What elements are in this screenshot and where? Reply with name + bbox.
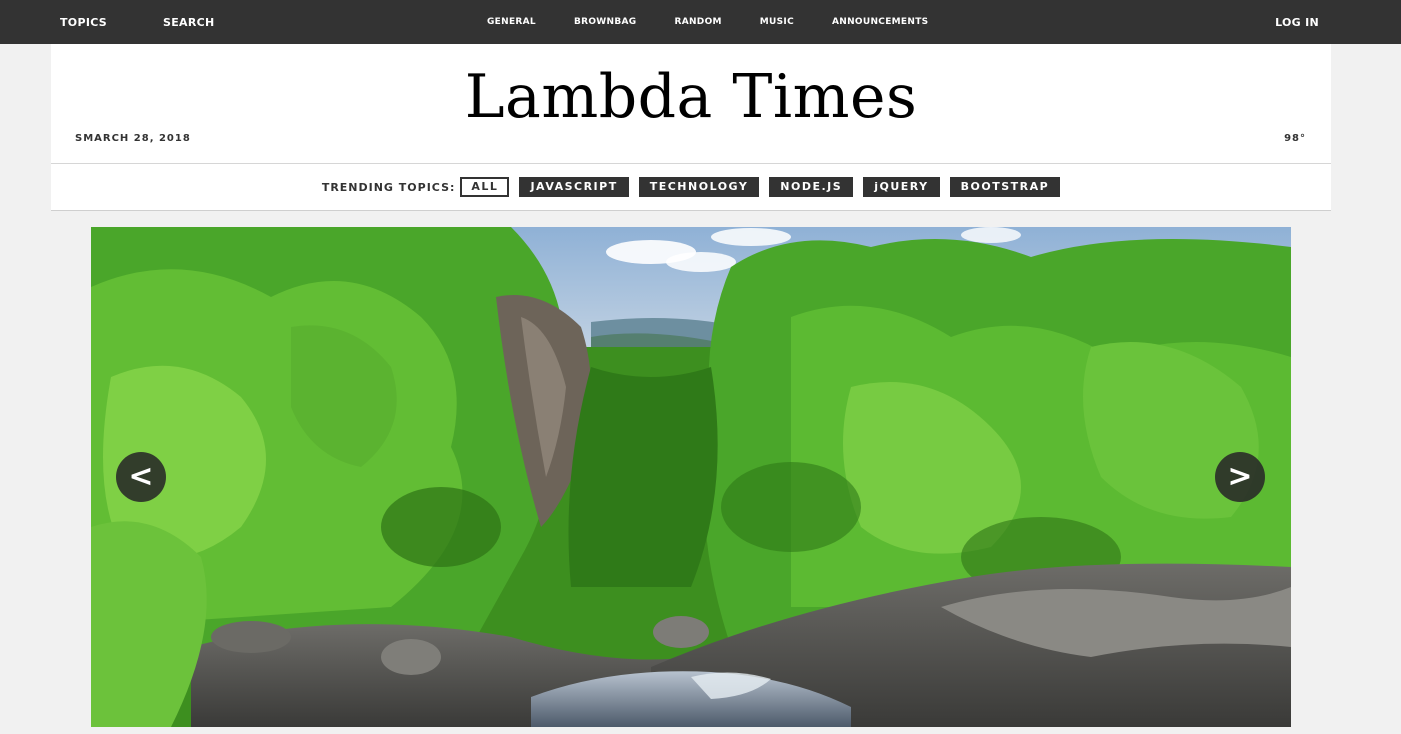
nav-announcements-link[interactable]: ANNOUNCEMENTS [832,17,928,27]
nav-right-group: LOG IN [1275,0,1319,44]
chevron-left-icon: < [128,459,154,494]
chevron-right-icon: > [1227,459,1253,494]
header-date: SMARCH 28, 2018 [75,133,191,144]
nav-random-link[interactable]: RANDOM [674,17,721,27]
trending-topics-bar: TRENDING TOPICS: ALL JAVASCRIPT TECHNOLO… [51,164,1331,211]
login-link[interactable]: LOG IN [1275,16,1319,29]
tab-javascript[interactable]: JAVASCRIPT [519,177,629,197]
nav-general-link[interactable]: GENERAL [487,17,536,27]
carousel-prev-button[interactable]: < [116,452,166,502]
tab-all[interactable]: ALL [460,177,510,197]
tab-jquery[interactable]: jQUERY [863,177,940,197]
carousel-image [91,227,1291,727]
carousel-next-button[interactable]: > [1215,452,1265,502]
nav-brownbag-link[interactable]: BROWNBAG [574,17,637,27]
tab-nodejs[interactable]: NODE.JS [769,177,854,197]
nav-left-group: TOPICS SEARCH [60,0,271,44]
tab-technology[interactable]: TECHNOLOGY [638,177,760,197]
trending-label: TRENDING TOPICS: [321,180,456,194]
nav-search-link[interactable]: SEARCH [163,16,215,29]
image-carousel: < > [91,227,1291,727]
tab-bootstrap[interactable]: BOOTSTRAP [949,177,1061,197]
masthead: Lambda Times SMARCH 28, 2018 98° [51,44,1331,164]
nav-topics-link[interactable]: TOPICS [60,16,107,29]
site-title: Lambda Times [464,62,918,132]
header-temperature: 98° [1284,133,1306,144]
nav-center-group: GENERAL BROWNBAG RANDOM MUSIC ANNOUNCEME… [487,0,966,44]
nav-music-link[interactable]: MUSIC [760,17,794,27]
top-nav-bar: TOPICS SEARCH GENERAL BROWNBAG RANDOM MU… [0,0,1401,44]
